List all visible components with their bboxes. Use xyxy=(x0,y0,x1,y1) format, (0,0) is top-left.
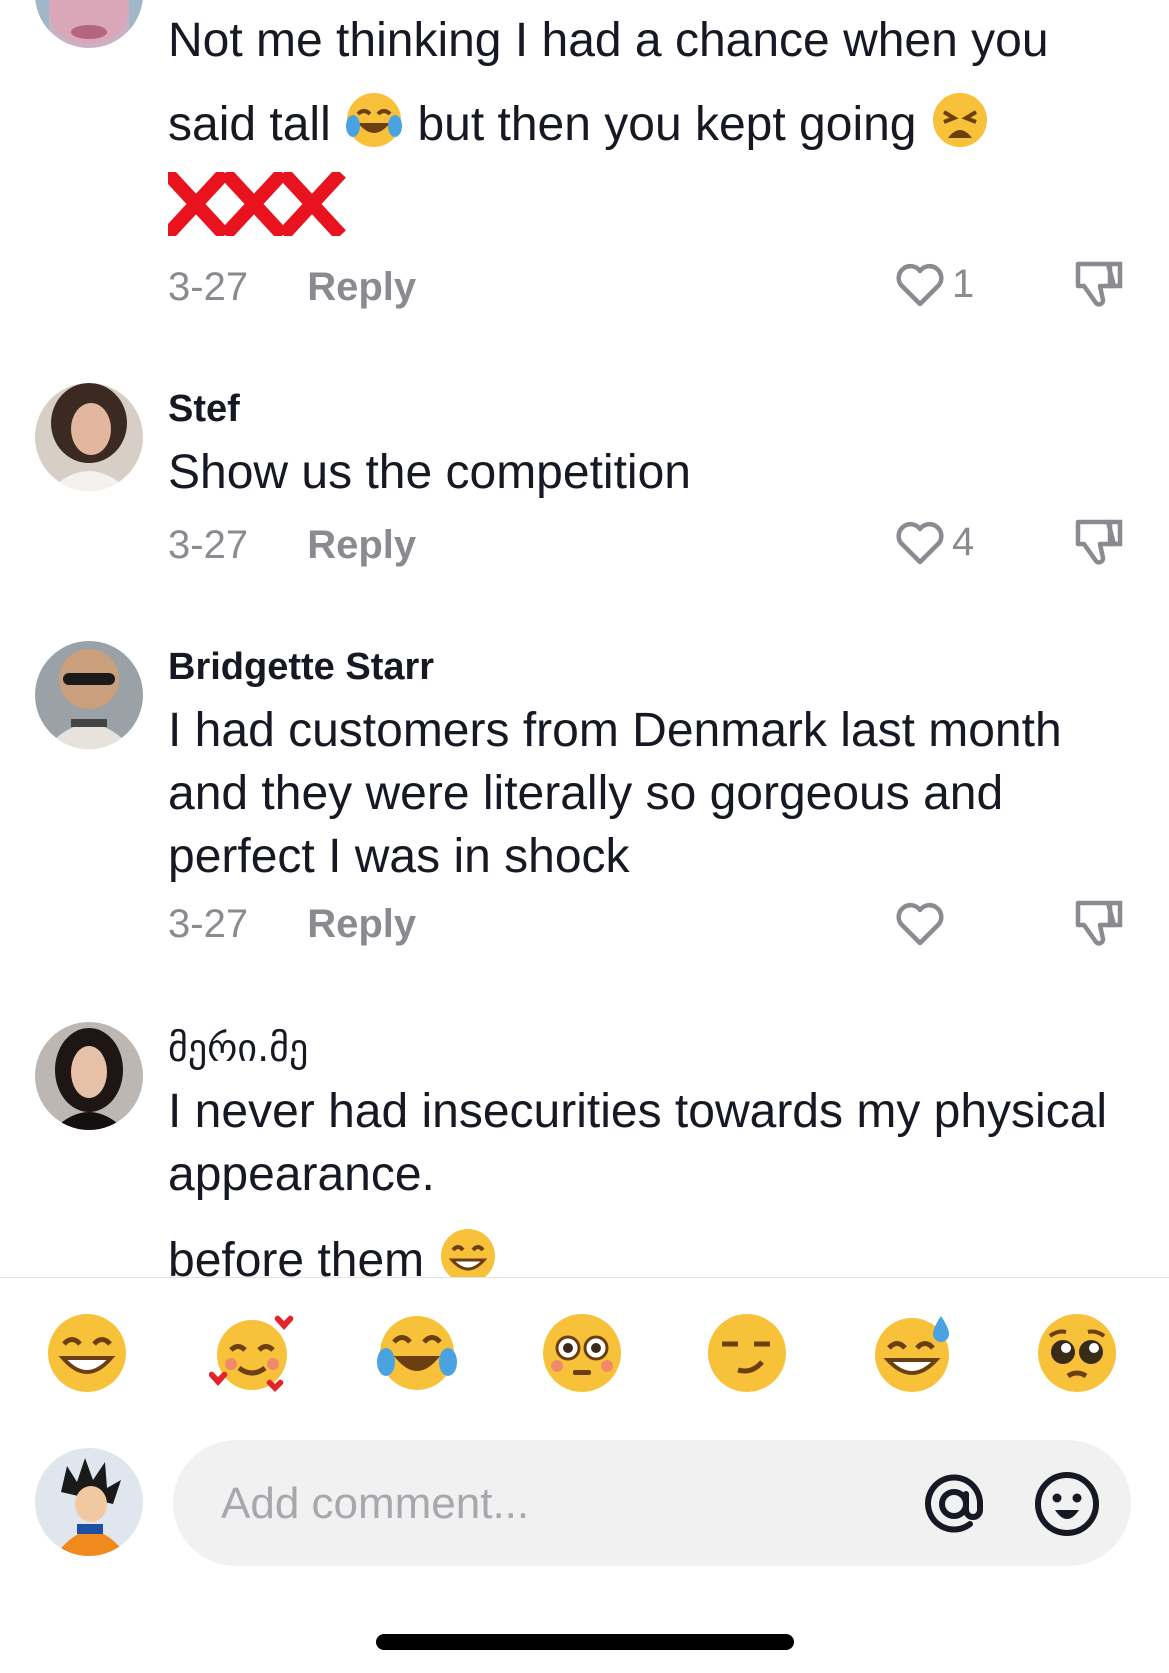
weary-face-icon xyxy=(932,93,987,147)
comment-text-line: and they were literally so gorgeous and xyxy=(168,767,1004,820)
comment-date: 3-27 xyxy=(168,265,249,309)
comment-text-line: appearance. xyxy=(168,1148,435,1201)
smiley-icon xyxy=(1035,1472,1099,1536)
home-indicator[interactable] xyxy=(376,1634,794,1650)
comment-text-line: I had customers from Denmark last month xyxy=(168,704,1062,757)
mention-button[interactable] xyxy=(918,1468,990,1540)
thumbs-down-icon xyxy=(1075,900,1123,946)
avatar[interactable] xyxy=(35,641,143,749)
comment-text: Show us the competition xyxy=(168,446,691,499)
divider xyxy=(0,1277,1169,1278)
like-count: 4 xyxy=(952,520,975,564)
smiling-face-with-hearts-emoji-button[interactable] xyxy=(209,1310,295,1396)
smiling-face-with-hearts-icon xyxy=(209,1315,294,1392)
flushed-face-emoji-button[interactable] xyxy=(539,1310,625,1396)
at-sign-icon xyxy=(925,1474,984,1533)
comment-meta: 3-27 Reply xyxy=(168,520,416,570)
grinning-face-emoji-button[interactable] xyxy=(44,1310,130,1396)
like-button[interactable] xyxy=(892,895,1002,951)
dislike-button[interactable] xyxy=(1070,256,1128,312)
dislike-button[interactable] xyxy=(1070,514,1128,570)
quick-emoji-bar xyxy=(0,1310,1169,1404)
comment-text-line: I never had insecurities towards my phys… xyxy=(168,1085,1108,1138)
current-user-avatar[interactable] xyxy=(35,1448,143,1556)
face-with-tears-of-joy-icon xyxy=(377,1316,457,1390)
cross-mark-icon xyxy=(162,168,346,240)
comment-text-part: said tall xyxy=(168,98,331,151)
comment-input[interactable] xyxy=(219,1468,863,1540)
heart-icon xyxy=(896,902,944,946)
flushed-face-icon xyxy=(543,1314,621,1392)
reply-button[interactable]: Reply xyxy=(307,262,416,312)
reply-button[interactable]: Reply xyxy=(307,899,416,949)
comment-text: said tall but then you kept going xyxy=(168,90,1129,158)
emoji-picker-button[interactable] xyxy=(1031,1468,1103,1540)
comment-date: 3-27 xyxy=(168,902,249,946)
like-button[interactable]: 4 xyxy=(892,514,1002,570)
like-button[interactable]: 1 xyxy=(892,256,1002,312)
thumbs-down-icon xyxy=(1075,519,1123,565)
heart-icon xyxy=(896,263,944,307)
comment-composer xyxy=(0,1438,1169,1568)
avatar[interactable] xyxy=(35,1022,143,1130)
dislike-button[interactable] xyxy=(1070,895,1128,951)
red-x-marks xyxy=(162,168,1129,240)
comment-text-part: before them xyxy=(168,1234,425,1278)
comment-input-container xyxy=(173,1440,1131,1566)
heart-icon xyxy=(896,521,944,565)
avatar[interactable] xyxy=(35,0,143,48)
comment-meta: 3-27 Reply xyxy=(168,262,416,312)
face-with-tears-of-joy-icon xyxy=(346,93,403,147)
comment-list[interactable]: Not me thinking I had a chance when you … xyxy=(0,0,1169,1278)
comment-text: Not me thinking I had a chance when you xyxy=(168,14,1049,67)
grinning-face-with-sweat-emoji-button[interactable] xyxy=(869,1310,955,1396)
comment-username[interactable]: მერი.მე xyxy=(168,1022,1129,1074)
comment-text-part: but then you kept going xyxy=(417,98,917,151)
face-with-tears-of-joy-emoji-button[interactable] xyxy=(374,1310,460,1396)
like-count: 1 xyxy=(952,262,975,306)
comment-meta: 3-27 Reply xyxy=(168,899,416,949)
avatar[interactable] xyxy=(35,383,143,491)
comment-username[interactable]: Bridgette Starr xyxy=(168,641,1129,693)
comment-date: 3-27 xyxy=(168,523,249,567)
grinning-face-icon xyxy=(48,1314,126,1392)
comment-username[interactable]: Stef xyxy=(168,383,1129,435)
comment-text-line: perfect I was in shock xyxy=(168,830,630,883)
smirking-face-emoji-button[interactable] xyxy=(704,1310,790,1396)
reply-button[interactable]: Reply xyxy=(307,520,416,570)
grinning-face-icon xyxy=(440,1229,495,1278)
thumbs-down-icon xyxy=(1075,261,1123,307)
grinning-face-with-sweat-icon xyxy=(875,1316,949,1392)
comment-text: before them xyxy=(168,1226,1129,1278)
smirking-face-icon xyxy=(708,1314,786,1392)
pleading-face-emoji-button[interactable] xyxy=(1034,1310,1120,1396)
pleading-face-icon xyxy=(1038,1314,1116,1392)
